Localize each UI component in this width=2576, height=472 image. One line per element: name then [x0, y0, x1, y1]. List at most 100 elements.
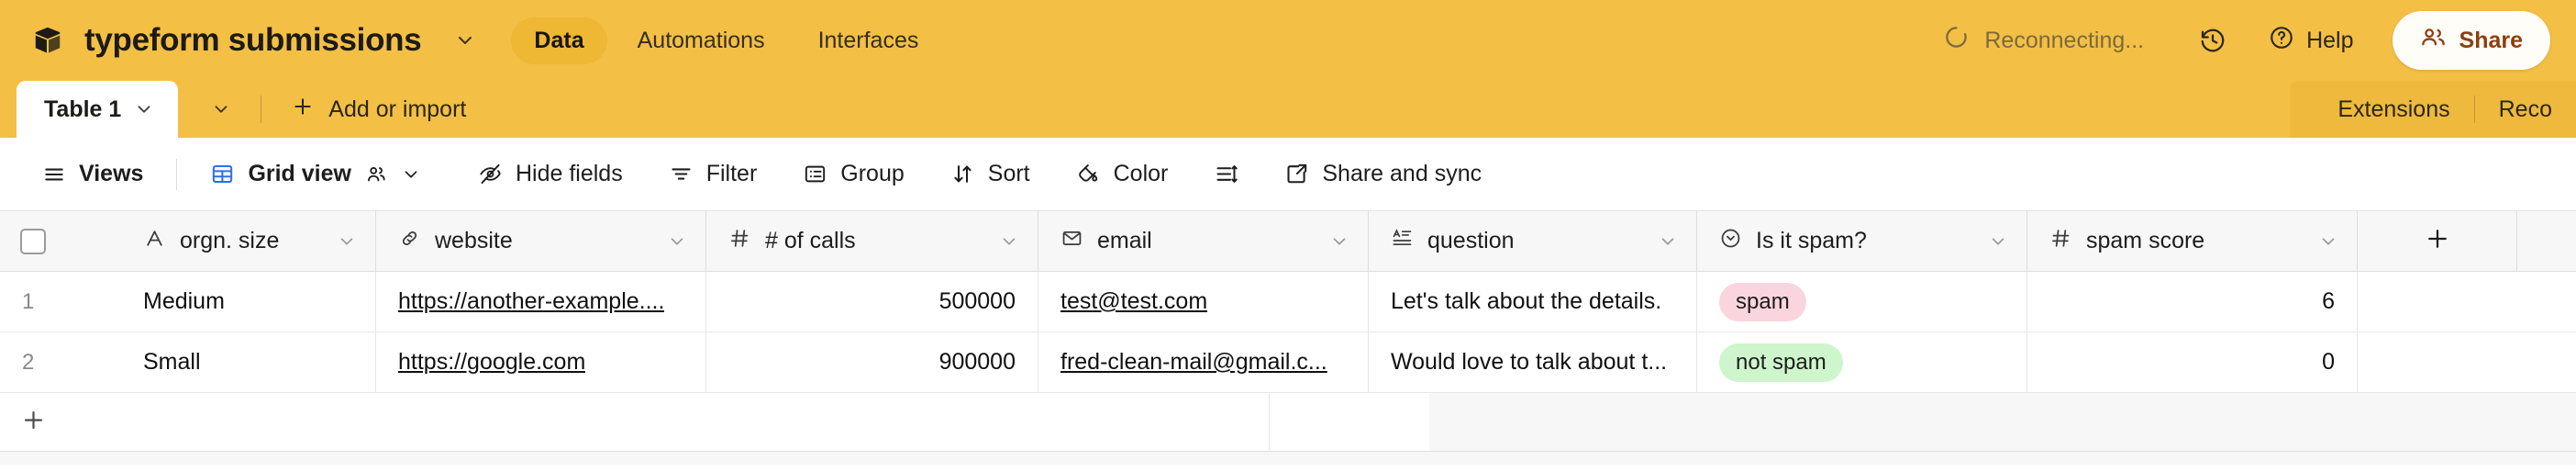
cell-num-of-calls[interactable]: 500000 [706, 272, 1038, 332]
help-label: Help [2306, 27, 2354, 53]
cell-website[interactable]: https://another-example.... [376, 272, 706, 332]
cell-question[interactable]: Let's talk about the details. [1369, 272, 1697, 332]
column-header-label: spam score [2086, 228, 2205, 253]
chevron-down-icon[interactable] [667, 231, 687, 252]
spinner-icon [1944, 25, 1969, 56]
row-number: 1 [22, 288, 35, 314]
question-circle-icon [2269, 25, 2294, 57]
add-row[interactable] [0, 393, 2576, 452]
column-header-label: # of calls [765, 228, 856, 253]
text-field-icon [143, 227, 166, 256]
cell-orgn-size[interactable]: Medium [121, 272, 376, 332]
cell-is-it-spam[interactable]: spam [1697, 272, 2027, 332]
column-header-num-of-calls[interactable]: # of calls [706, 211, 1038, 271]
history-clock-icon[interactable] [2184, 12, 2241, 69]
view-toolbar: Views Grid view Hide fields Filter Group… [0, 138, 2576, 211]
cell-website[interactable]: https://google.com [376, 332, 706, 392]
nav-tab-automations[interactable]: Automations [615, 17, 788, 64]
number-field-icon [728, 227, 751, 256]
views-button[interactable]: Views [26, 151, 160, 197]
hide-fields-button[interactable]: Hide fields [461, 151, 639, 197]
add-or-import-button[interactable]: Add or import [267, 95, 490, 125]
link-field-icon [398, 227, 421, 256]
table-row[interactable]: 1 Medium https://another-example.... 500… [0, 272, 2576, 332]
row-filler [2358, 272, 2576, 332]
data-grid: orgn. size website # of calls email ques… [0, 211, 2576, 465]
cell-email[interactable]: fred-clean-mail@gmail.c... [1038, 332, 1369, 392]
add-row-button[interactable] [0, 393, 121, 451]
column-header-website[interactable]: website [376, 211, 706, 271]
share-and-sync-label: Share and sync [1322, 161, 1482, 186]
brand-block: typeform submissions [31, 22, 476, 59]
email-field-icon [1060, 227, 1083, 256]
cell-value: Medium [143, 288, 225, 314]
column-header-email[interactable]: email [1038, 211, 1369, 271]
column-header-orgn-size[interactable]: orgn. size [121, 211, 376, 271]
chevron-down-icon[interactable] [1658, 231, 1678, 252]
row-height-icon [1214, 162, 1238, 186]
nav-tab-interfaces[interactable]: Interfaces [795, 17, 942, 64]
page-title: typeform submissions [84, 22, 422, 58]
filter-button[interactable]: Filter [652, 151, 774, 197]
grid-bottom-strip [0, 452, 2576, 465]
cell-num-of-calls[interactable]: 900000 [706, 332, 1038, 392]
number-field-icon [2049, 227, 2072, 256]
chevron-down-icon[interactable] [1988, 231, 2008, 252]
records-button[interactable]: Reco [2475, 81, 2576, 138]
group-button[interactable]: Group [786, 151, 920, 197]
cell-email[interactable]: test@test.com [1038, 272, 1369, 332]
cell-value-link[interactable]: fred-clean-mail@gmail.c... [1060, 349, 1327, 376]
grid-view-label: Grid view [248, 161, 351, 186]
grid-header-row: orgn. size website # of calls email ques… [0, 211, 2576, 272]
add-field-button[interactable] [2358, 211, 2517, 271]
chevron-down-icon[interactable] [401, 164, 421, 185]
sort-button[interactable]: Sort [934, 151, 1047, 197]
share-button[interactable]: Share [2392, 11, 2550, 70]
chevron-down-icon[interactable] [999, 231, 1019, 252]
cell-orgn-size[interactable]: Small [121, 332, 376, 392]
cell-spam-score[interactable]: 0 [2027, 332, 2358, 392]
views-label: Views [79, 161, 144, 186]
chevron-down-icon[interactable] [1329, 231, 1349, 252]
column-header-is-it-spam[interactable]: Is it spam? [1697, 211, 2027, 271]
connection-status: Reconnecting... [1944, 25, 2184, 56]
cell-value-link[interactable]: test@test.com [1060, 288, 1207, 315]
chevron-down-icon[interactable] [2318, 231, 2338, 252]
cell-value: 0 [2322, 349, 2335, 375]
row-number: 2 [22, 349, 35, 375]
cell-question[interactable]: Would love to talk about t... [1369, 332, 1697, 392]
table-row[interactable]: 2 Small https://google.com 900000 fred-c… [0, 332, 2576, 393]
help-button[interactable]: Help [2250, 16, 2371, 66]
plus-icon [20, 407, 47, 438]
select-all-cell [0, 211, 121, 271]
table-tabbar-tools: Add or import [178, 81, 490, 138]
column-header-label: email [1097, 228, 1152, 253]
cell-value-link[interactable]: https://another-example.... [398, 288, 664, 315]
select-all-checkbox[interactable] [20, 228, 46, 254]
column-header-question[interactable]: question [1369, 211, 1697, 271]
row-height-button[interactable] [1197, 152, 1255, 197]
extensions-button[interactable]: Extensions [2314, 81, 2473, 138]
eye-slash-icon [478, 162, 503, 186]
chevron-down-icon[interactable] [337, 231, 357, 252]
nav-tab-data[interactable]: Data [511, 17, 607, 64]
grid-view-button[interactable]: Grid view [194, 151, 438, 197]
long-text-field-icon [1391, 227, 1414, 256]
column-header-spam-score[interactable]: spam score [2027, 211, 2358, 271]
cell-spam-score[interactable]: 6 [2027, 272, 2358, 332]
cell-value-link[interactable]: https://google.com [398, 349, 585, 376]
chevron-down-icon[interactable] [454, 29, 476, 51]
share-and-sync-button[interactable]: Share and sync [1268, 151, 1498, 197]
cell-is-it-spam[interactable]: not spam [1697, 332, 2027, 392]
sort-label: Sort [987, 161, 1030, 186]
chevron-down-icon[interactable] [134, 99, 154, 119]
hamburger-icon [42, 163, 66, 186]
color-button[interactable]: Color [1060, 151, 1185, 197]
people-icon[interactable] [364, 163, 388, 186]
plus-icon [2424, 225, 2451, 257]
sort-arrows-icon [950, 162, 975, 186]
table-tab-table-1[interactable]: Table 1 [17, 81, 179, 138]
grid-icon [210, 162, 235, 186]
table-list-chevron-down-icon[interactable] [187, 99, 255, 119]
add-row-area[interactable] [121, 393, 1270, 451]
